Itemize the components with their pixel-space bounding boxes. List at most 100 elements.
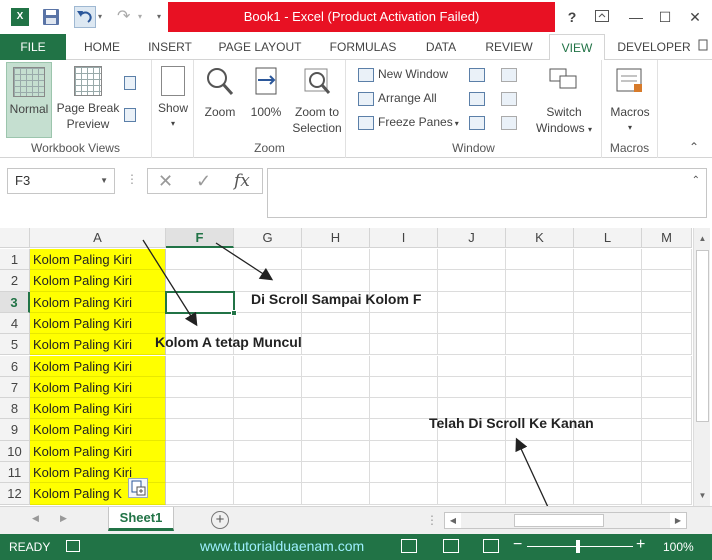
annotation-arrows bbox=[142, 239, 549, 506]
undo-dropdown-icon[interactable]: ▾ bbox=[98, 8, 108, 26]
switch-windows-icon bbox=[549, 68, 577, 89]
switch-windows-button[interactable]: Switch Windows ▾ bbox=[530, 62, 598, 138]
show-label: Show bbox=[157, 101, 189, 115]
split-button[interactable] bbox=[469, 64, 489, 84]
hide-icon bbox=[469, 91, 485, 106]
page-break-label-1: Page Break bbox=[56, 101, 120, 115]
name-box-dropdown-icon[interactable]: ▼ bbox=[100, 169, 108, 193]
redo-dropdown-icon[interactable]: ▾ bbox=[138, 8, 148, 26]
scroll-up-icon[interactable]: ▲ bbox=[694, 230, 711, 247]
account-icon[interactable] bbox=[697, 34, 709, 60]
page-layout-icon bbox=[124, 75, 136, 90]
formula-input[interactable]: ⌃ bbox=[267, 168, 707, 218]
unhide-icon bbox=[469, 115, 485, 130]
reset-window-button[interactable] bbox=[501, 112, 521, 132]
page-break-icon bbox=[74, 66, 102, 96]
zoom-selection-icon bbox=[304, 68, 331, 94]
macros-button[interactable]: Macros ▾ bbox=[606, 62, 654, 138]
vertical-scrollbar[interactable]: ▲ ▼ bbox=[693, 228, 710, 506]
horizontal-scroll-thumb[interactable] bbox=[514, 514, 604, 527]
view-side-by-side-button[interactable] bbox=[501, 64, 521, 84]
zoom-100-button[interactable]: 100% bbox=[246, 62, 286, 138]
next-sheet-icon[interactable]: ▶ bbox=[60, 513, 67, 524]
sheet-tab-sheet1[interactable]: Sheet1 bbox=[108, 507, 174, 531]
status-bar: READY www.tutorialduaenam.com − + 100% bbox=[0, 534, 712, 560]
new-window-label: New Window bbox=[378, 67, 449, 81]
page-layout-view-button[interactable] bbox=[124, 72, 140, 92]
custom-views-button[interactable] bbox=[124, 104, 140, 124]
macro-recording-icon[interactable] bbox=[66, 540, 80, 552]
horizontal-scrollbar[interactable]: ◀ ▶ bbox=[444, 512, 687, 529]
workbook-views-group: Normal Page Break Preview Workbook Views bbox=[0, 60, 152, 158]
tab-formulas[interactable]: FORMULAS bbox=[322, 34, 404, 60]
page-break-label-2: Preview bbox=[66, 117, 110, 131]
tab-developer[interactable]: DEVELOPER bbox=[615, 34, 693, 60]
enter-icon[interactable]: ✓ bbox=[196, 169, 211, 193]
page-break-status-icon[interactable] bbox=[483, 539, 499, 553]
zoom-button[interactable]: Zoom bbox=[200, 62, 240, 138]
redo-icon[interactable]: ↷ bbox=[117, 8, 135, 26]
tab-review[interactable]: REVIEW bbox=[478, 34, 540, 60]
customize-qat-icon[interactable]: ▾ bbox=[157, 8, 167, 26]
title-bar: X ▾ ↷ ▾ ▾ Book1 - Excel (Product Activat… bbox=[0, 0, 712, 34]
tab-page-layout[interactable]: PAGE LAYOUT bbox=[212, 34, 308, 60]
tab-insert[interactable]: INSERT bbox=[142, 34, 198, 60]
tab-file[interactable]: FILE bbox=[0, 34, 66, 60]
scroll-right-icon[interactable]: ▶ bbox=[670, 513, 686, 528]
undo-icon[interactable] bbox=[74, 6, 96, 28]
hide-button[interactable] bbox=[469, 88, 489, 108]
collapse-ribbon-icon[interactable]: ⌃ bbox=[689, 140, 699, 154]
normal-view-status-icon[interactable] bbox=[401, 539, 417, 553]
insert-function-icon[interactable]: fx bbox=[234, 169, 250, 193]
excel-logo-icon: X bbox=[11, 8, 29, 26]
zoom-out-icon[interactable]: − bbox=[513, 536, 522, 554]
page-layout-status-icon[interactable] bbox=[443, 539, 459, 553]
sync-scroll-icon bbox=[501, 91, 517, 106]
tab-data[interactable]: DATA bbox=[418, 34, 464, 60]
zoom-selection-label-2: Selection bbox=[292, 121, 342, 135]
paste-options-icon[interactable] bbox=[128, 478, 148, 498]
zoom-level[interactable]: 100% bbox=[663, 540, 694, 554]
freeze-panes-label: Freeze Panes bbox=[378, 115, 453, 129]
page-break-preview-button[interactable]: Page Break Preview bbox=[55, 62, 121, 138]
name-box[interactable]: F3 ▼ bbox=[7, 168, 115, 194]
save-icon[interactable] bbox=[42, 8, 60, 26]
add-sheet-button[interactable]: + bbox=[211, 511, 229, 529]
normal-view-button[interactable]: Normal bbox=[6, 62, 52, 138]
magnifier-icon bbox=[207, 68, 234, 96]
minimize-button[interactable]: — bbox=[622, 6, 650, 28]
zoom-slider[interactable] bbox=[527, 546, 633, 547]
scroll-left-icon[interactable]: ◀ bbox=[445, 513, 461, 528]
zoom-selection-label-1: Zoom to bbox=[294, 105, 339, 119]
worksheet-grid[interactable]: AFGHIJKLM 1 2 3 4 5 6 7 8 9 10 11 12 Kolom Paling K… bbox=[0, 228, 712, 506]
freeze-panes-button[interactable]: Freeze Panes ▾ bbox=[358, 112, 459, 132]
zoom-in-icon[interactable]: + bbox=[636, 536, 645, 554]
macros-label: Macros bbox=[610, 105, 650, 119]
formula-bar: F3 ▼ ⋮ ✕ ✓ fx ⌃ bbox=[0, 158, 712, 228]
tab-split-grip-icon[interactable]: ⋮ bbox=[426, 513, 438, 527]
tab-home[interactable]: HOME bbox=[76, 34, 128, 60]
sync-scroll-button[interactable] bbox=[501, 88, 521, 108]
close-button[interactable]: ✕ bbox=[681, 6, 709, 28]
new-window-button[interactable]: New Window bbox=[358, 64, 448, 84]
unhide-button[interactable] bbox=[469, 112, 489, 132]
cancel-icon[interactable]: ✕ bbox=[158, 169, 173, 193]
macros-group: Macros ▾ Macros bbox=[602, 60, 658, 158]
switch-windows-label-2: Windows ▾ bbox=[535, 121, 593, 135]
tab-view[interactable]: VIEW bbox=[549, 34, 605, 61]
prev-sheet-icon[interactable]: ◀ bbox=[32, 513, 39, 524]
zoom-to-selection-button[interactable]: Zoom to Selection bbox=[290, 62, 344, 138]
custom-views-icon bbox=[124, 107, 136, 122]
arrange-all-button[interactable]: Arrange All bbox=[358, 88, 437, 108]
zoom-slider-thumb[interactable] bbox=[576, 540, 580, 553]
ribbon-tabs: FILE HOME INSERT PAGE LAYOUT FORMULAS DA… bbox=[0, 34, 712, 61]
help-button[interactable]: ? bbox=[558, 6, 586, 28]
vertical-scroll-thumb[interactable] bbox=[696, 250, 709, 422]
split-icon bbox=[469, 67, 485, 82]
ribbon-display-options-button[interactable] bbox=[588, 6, 616, 28]
formula-bar-grip-icon[interactable]: ⋮ bbox=[126, 172, 138, 186]
maximize-button[interactable]: ☐ bbox=[651, 6, 679, 28]
scroll-down-icon[interactable]: ▼ bbox=[694, 487, 711, 504]
collapse-formula-bar-icon[interactable]: ⌃ bbox=[692, 175, 700, 186]
show-button[interactable]: Show ▾ bbox=[154, 62, 192, 138]
